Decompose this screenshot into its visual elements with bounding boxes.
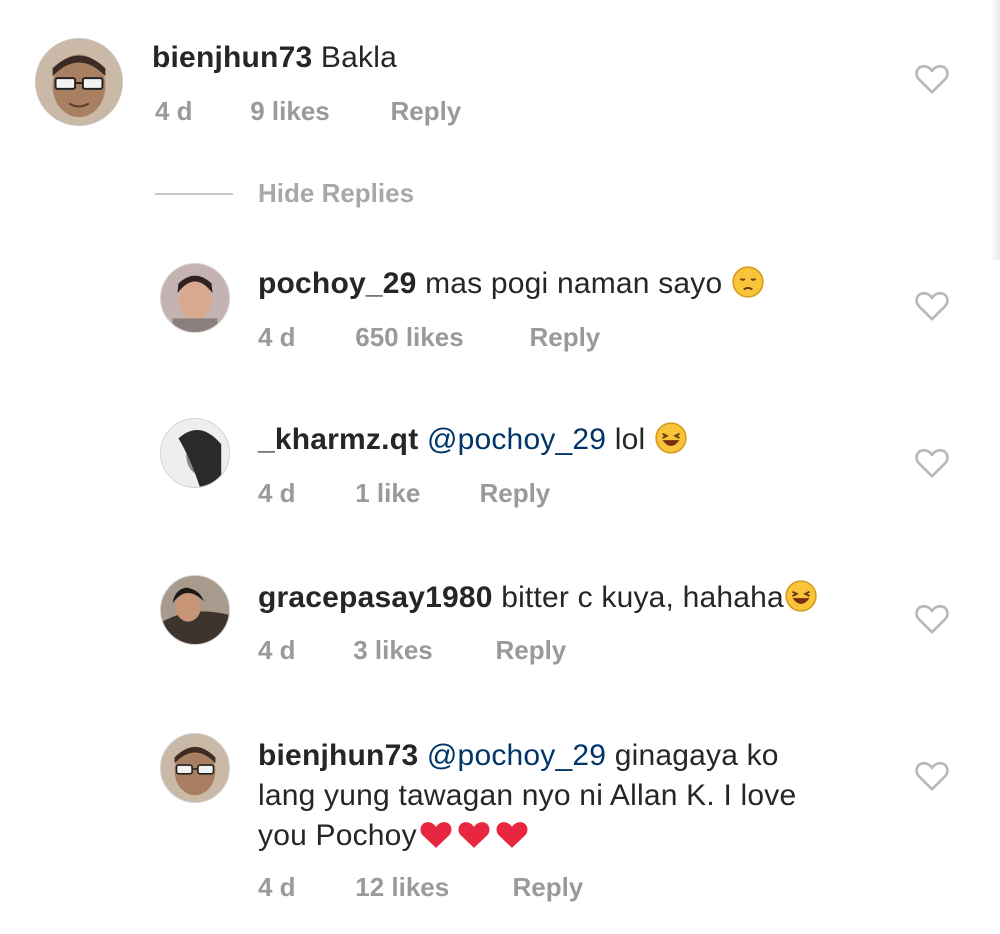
comment-username[interactable]: bienjhun73: [258, 739, 418, 772]
avatar[interactable]: [160, 733, 230, 803]
comment-username[interactable]: pochoy_29: [258, 267, 417, 300]
avatar-photo: [161, 734, 229, 802]
mention-link[interactable]: @pochoy_29: [427, 423, 606, 456]
replies-divider: [155, 193, 233, 195]
comment-age: 4 d: [258, 478, 296, 508]
like-count[interactable]: 9 likes: [250, 96, 383, 127]
avatar[interactable]: [160, 263, 230, 333]
comment-text: gracepasay1980 bitter c kuya, hahaha: [258, 578, 818, 618]
comment-text: _kharmz.qt @pochoy_29 lol: [258, 420, 688, 460]
scrollbar-edge[interactable]: [990, 0, 1000, 260]
comment-username[interactable]: bienjhun73: [152, 41, 312, 74]
reply-button[interactable]: Reply: [529, 322, 600, 353]
comment-meta: 4 d 3 likes Reply: [258, 635, 566, 666]
like-count[interactable]: 3 likes: [353, 635, 488, 666]
avatar-photo: [36, 39, 122, 125]
comment-meta: 4 d 1 like Reply: [258, 478, 550, 509]
like-count[interactable]: 650 likes: [355, 322, 522, 353]
reply-button[interactable]: Reply: [495, 635, 566, 666]
comment-age: 4 d: [258, 635, 296, 665]
comment-body: mas pogi naman sayo: [425, 267, 723, 300]
reply-button[interactable]: Reply: [479, 478, 550, 509]
comment-line: bienjhun73 @pochoy_29 ginagaya ko: [258, 736, 878, 776]
comment-body: bitter c kuya, hahaha: [501, 581, 784, 614]
comment-age: 4 d: [258, 872, 296, 902]
comment-line: you Pochoy: [258, 816, 878, 856]
reply-button[interactable]: Reply: [390, 96, 461, 127]
laughing-face-emoji-icon: [654, 421, 688, 455]
comment-meta: 4 d 9 likes Reply: [155, 96, 461, 127]
comment-text: bienjhun73 @pochoy_29 ginagaya ko lang y…: [258, 736, 878, 856]
comment-age: 4 d: [258, 322, 296, 352]
comment-text: pochoy_29 mas pogi naman sayo: [258, 264, 765, 304]
comment-body-line: lang yung tawagan nyo ni Allan K. I love: [258, 779, 797, 812]
comment-meta: 4 d 650 likes Reply: [258, 322, 600, 353]
comment-text: bienjhun73 Bakla: [152, 38, 397, 78]
red-heart-emoji-icon: [417, 817, 455, 851]
like-count[interactable]: 12 likes: [355, 872, 505, 903]
laughing-face-emoji-icon: [784, 579, 818, 613]
mention-link[interactable]: @pochoy_29: [427, 739, 606, 772]
avatar[interactable]: [160, 575, 230, 645]
like-heart-icon[interactable]: [912, 442, 952, 482]
avatar-photo: [161, 419, 229, 487]
avatar[interactable]: [35, 38, 123, 126]
like-heart-icon[interactable]: [912, 285, 952, 325]
comment-body: lol: [614, 423, 646, 456]
reply-button[interactable]: Reply: [512, 872, 583, 903]
like-heart-icon[interactable]: [912, 598, 952, 638]
comment-age: 4 d: [155, 96, 193, 126]
comment-body: Bakla: [320, 41, 397, 74]
comment-body: you Pochoy: [258, 819, 417, 852]
avatar-photo: [161, 576, 229, 644]
pensive-face-emoji-icon: [731, 265, 765, 299]
like-heart-icon[interactable]: [912, 58, 952, 98]
like-heart-icon[interactable]: [912, 755, 952, 795]
avatar-photo: [161, 264, 229, 332]
comment-username[interactable]: _kharmz.qt: [258, 423, 418, 456]
like-count[interactable]: 1 like: [355, 478, 472, 509]
red-heart-emoji-icon: [493, 817, 531, 851]
comment-body: ginagaya ko: [614, 739, 779, 772]
red-heart-emoji-icon: [455, 817, 493, 851]
avatar[interactable]: [160, 418, 230, 488]
comment-meta: 4 d 12 likes Reply: [258, 872, 583, 903]
comment-username[interactable]: gracepasay1980: [258, 581, 493, 614]
hide-replies-button[interactable]: Hide Replies: [258, 178, 414, 209]
